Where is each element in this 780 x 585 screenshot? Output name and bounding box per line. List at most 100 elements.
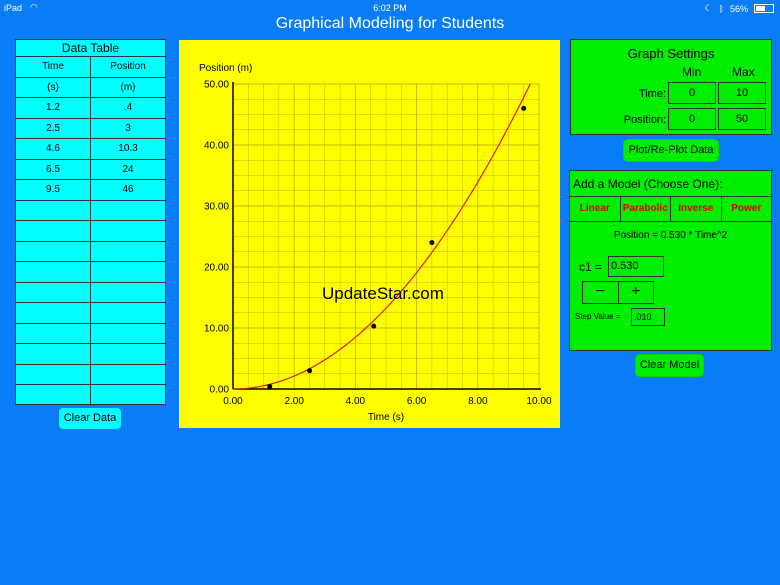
- time-cell[interactable]: 4.6: [16, 139, 90, 159]
- time-cell[interactable]: [16, 221, 90, 241]
- tab-inverse[interactable]: Inverse: [670, 197, 721, 221]
- x-tick-label: 0.00: [223, 396, 243, 407]
- y-tick-label: 40.00: [204, 141, 229, 152]
- time-cell[interactable]: 2.5: [16, 119, 90, 139]
- position-cell[interactable]: [90, 282, 165, 302]
- model-tabs: Linear Parabolic Inverse Power: [570, 196, 771, 222]
- position-cell[interactable]: 24: [90, 159, 165, 179]
- position-cell[interactable]: Position: [90, 57, 165, 77]
- time-cell[interactable]: Time: [16, 57, 90, 77]
- time-cell[interactable]: [16, 242, 90, 262]
- time-cell[interactable]: [16, 262, 90, 282]
- table-header-row: Time Position: [16, 57, 165, 78]
- position-cell[interactable]: 10.3: [90, 139, 165, 159]
- position-cell[interactable]: 3: [90, 118, 165, 138]
- table-units-row: (s) (m): [16, 77, 165, 98]
- tab-parabolic[interactable]: Parabolic: [619, 197, 671, 221]
- data-table-title: Data Table: [16, 40, 165, 57]
- position-cell[interactable]: [90, 323, 165, 343]
- y-tick-label: 50.00: [204, 80, 229, 91]
- table-row-empty: [16, 323, 165, 344]
- time-cell[interactable]: 1.2: [16, 98, 90, 118]
- c1-input[interactable]: 0.530: [608, 256, 664, 277]
- position-cell[interactable]: [90, 241, 165, 261]
- model-panel: Add a Model (Choose One): Linear Parabol…: [569, 170, 772, 351]
- tab-linear[interactable]: Linear: [570, 197, 620, 221]
- max-header: Max: [732, 65, 755, 79]
- time-cell[interactable]: [16, 303, 90, 323]
- data-point: [267, 384, 273, 390]
- step-value-label: Step Value =: [575, 312, 621, 321]
- x-tick-label: 8.00: [468, 396, 488, 407]
- moon-icon: ☾: [704, 3, 713, 13]
- position-cell[interactable]: [90, 221, 165, 241]
- watermark-text: UpdateStar.com: [322, 284, 444, 303]
- time-max-field[interactable]: 10: [718, 82, 766, 104]
- time-cell[interactable]: [16, 385, 90, 406]
- table-row-empty: [16, 262, 165, 283]
- app-title: Graphical Modeling for Students: [275, 15, 505, 32]
- model-panel-title: Add a Model (Choose One):: [573, 177, 723, 191]
- table-row: 2.5 3: [16, 118, 165, 139]
- data-point: [521, 105, 527, 111]
- time-cell[interactable]: [16, 365, 90, 385]
- time-cell[interactable]: 6.5: [16, 160, 90, 180]
- scatter-chart: 0.00 2.00 4.00 6.00 8.00 10.00 0.00 10.00 20.00 3…: [199, 63, 552, 423]
- table-row-empty: [16, 221, 165, 242]
- status-time: 6:02 PM: [373, 3, 407, 13]
- x-tick-label: 4.00: [346, 396, 366, 407]
- table-row-empty: [16, 344, 165, 365]
- plot-data-button[interactable]: Plot/Re-Plot Data: [624, 140, 718, 161]
- table-row-empty: [16, 241, 165, 262]
- position-range-label: Position:: [623, 114, 666, 126]
- tab-power[interactable]: Power: [720, 197, 772, 221]
- c1-stepper: − +: [582, 281, 654, 304]
- battery-percent: 56%: [729, 3, 748, 14]
- c1-label: c1 =: [579, 260, 603, 274]
- position-cell[interactable]: [90, 344, 165, 364]
- y-tick-label: 10.00: [204, 324, 229, 335]
- data-point: [429, 240, 435, 246]
- position-cell[interactable]: [90, 385, 165, 406]
- position-cell[interactable]: [90, 262, 165, 282]
- x-axis-label: Time (s): [368, 412, 404, 423]
- table-row-empty: [16, 282, 165, 303]
- position-min-field[interactable]: 0: [668, 108, 716, 130]
- data-point: [307, 368, 312, 374]
- min-header: Min: [682, 65, 702, 79]
- position-cell[interactable]: (m): [90, 77, 165, 97]
- plot-area: 0.00 2.00 4.00 6.00 8.00 10.00 0.00 10.00 20.00 3…: [179, 40, 560, 428]
- time-min-field[interactable]: 0: [668, 82, 716, 104]
- table-row-empty: [16, 200, 165, 221]
- battery-icon: [754, 4, 774, 13]
- table-row-empty: [16, 385, 165, 406]
- bluetooth-icon: ᛒ: [718, 3, 724, 14]
- time-cell[interactable]: [16, 324, 90, 344]
- time-cell[interactable]: 9.5: [16, 180, 90, 200]
- status-bar: iPad ◠ 6:02 PM ☾ ᛒ 56%: [0, 0, 780, 16]
- position-cell[interactable]: .4: [90, 98, 165, 118]
- step-value-input[interactable]: .010: [631, 308, 665, 326]
- time-cell[interactable]: [16, 344, 90, 364]
- increment-button[interactable]: +: [617, 282, 654, 303]
- battery-fill: [756, 6, 765, 11]
- clear-data-button[interactable]: Clear Data: [59, 408, 121, 429]
- position-cell[interactable]: [90, 364, 165, 384]
- clear-model-button[interactable]: Clear Model: [636, 355, 703, 376]
- x-tick-label: 2.00: [284, 396, 304, 407]
- time-range-label: Time:: [638, 88, 666, 100]
- decrement-button[interactable]: −: [583, 282, 618, 303]
- position-cell[interactable]: [90, 200, 165, 220]
- position-cell[interactable]: 46: [90, 180, 165, 200]
- time-cell[interactable]: (s): [16, 78, 90, 98]
- y-tick-label: 0.00: [210, 385, 230, 396]
- data-table-body: Time Position (s) (m) 1.2.4 2.5 3 4.6 10.3 6.5 24 9…: [16, 57, 165, 406]
- data-table: Data Table Time Position (s) (m) 1.2.4 2.5 3 4.…: [15, 39, 166, 406]
- time-cell[interactable]: [16, 283, 90, 303]
- graph-settings-panel: Graph Settings Min Max Time: Position: 0…: [570, 39, 772, 135]
- position-cell[interactable]: [90, 303, 165, 323]
- time-cell[interactable]: [16, 201, 90, 221]
- y-axis-label: Position (m): [199, 63, 252, 74]
- table-row: 9.5 46: [16, 180, 165, 201]
- position-max-field[interactable]: 50: [718, 108, 766, 130]
